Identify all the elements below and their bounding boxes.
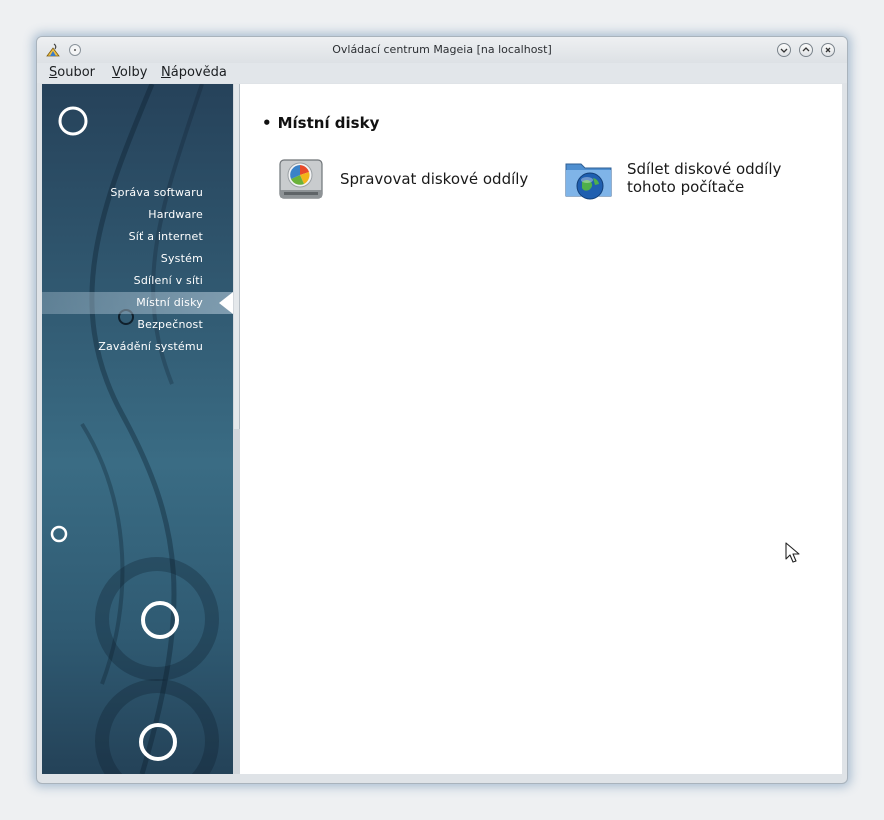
sidebar-item-boot[interactable]: Zavádění systému — [42, 336, 233, 358]
menu-napoveda-rest: ápověda — [170, 65, 227, 80]
mouse-pointer-icon — [785, 542, 800, 563]
share-partitions-tool[interactable]: Sdílet diskové oddíly tohoto počítače — [563, 152, 781, 204]
menu-napoveda[interactable]: Nápověda — [161, 65, 227, 80]
sidebar-item-security[interactable]: Bezpečnost — [42, 314, 233, 336]
sidebar-scrollbar[interactable] — [233, 84, 240, 774]
close-icon — [825, 47, 831, 53]
network-folder-icon — [565, 163, 612, 200]
sidebar-item-label: Bezpečnost — [137, 318, 203, 331]
menu-bar: Soubor Volby Nápověda — [37, 63, 847, 83]
window-title: Ovládací centrum Mageia [na localhost] — [332, 43, 552, 56]
chevron-down-icon — [780, 48, 788, 53]
share-partitions-label: Sdílet diskové oddíly tohoto počítače — [627, 160, 781, 196]
chevron-up-icon — [802, 47, 810, 52]
manage-partitions-label: Spravovat diskové oddíly — [340, 170, 528, 188]
sidebar-item-local-disks[interactable]: Místní disky — [42, 292, 233, 314]
sidebar-item-label: Místní disky — [136, 296, 203, 309]
menu-volby-rest: olby — [119, 65, 148, 80]
sidebar-item-label: Zavádění systému — [98, 340, 203, 353]
sidebar-item-hardware[interactable]: Hardware — [42, 204, 233, 226]
sidebar-item-software[interactable]: Správa softwaru — [42, 182, 233, 204]
manage-partitions-label-line1: Spravovat diskové oddíly — [340, 170, 529, 188]
minimize-button[interactable] — [777, 43, 791, 57]
section-title: • Místní disky — [262, 114, 379, 132]
sidebar-item-network[interactable]: Síť a internet — [42, 226, 233, 248]
maximize-button[interactable] — [799, 43, 813, 57]
category-sidebar: Správa softwaru Hardware Síť a internet … — [42, 84, 233, 774]
sidebar-item-label: Hardware — [148, 208, 203, 221]
main-window: Ovládací centrum Mageia [na localhost] S… — [36, 36, 848, 784]
title-bar[interactable]: Ovládací centrum Mageia [na localhost] — [37, 37, 847, 63]
bullet-icon: • — [262, 114, 272, 132]
sidebar-item-system[interactable]: Systém — [42, 248, 233, 270]
content-panel: • Místní disky Spravovat diskové oddíly — [240, 84, 842, 774]
desktop: Ovládací centrum Mageia [na localhost] S… — [0, 0, 884, 820]
sidebar-item-label: Správa softwaru — [110, 186, 203, 199]
manage-partitions-tool[interactable]: Spravovat diskové oddíly — [276, 154, 528, 204]
sidebar-item-label: Síť a internet — [128, 230, 203, 243]
sidebar-item-label: Systém — [160, 252, 203, 265]
section-title-text: Místní disky — [277, 114, 380, 132]
share-partitions-label-line2: tohoto počítače — [627, 178, 745, 196]
menu-volby[interactable]: Volby — [112, 65, 147, 80]
category-list: Správa softwaru Hardware Síť a internet … — [42, 182, 233, 358]
menu-soubor-rest: oubor — [57, 65, 96, 80]
menu-napoveda-accel: N — [161, 65, 171, 80]
menu-volby-accel: V — [112, 65, 120, 80]
share-partitions-label-line1: Sdílet diskové oddíly — [627, 160, 782, 178]
close-button[interactable] — [821, 43, 835, 57]
active-indicator-arrow — [219, 292, 233, 314]
sidebar-item-sharing[interactable]: Sdílení v síti — [42, 270, 233, 292]
menu-soubor[interactable]: Soubor — [49, 65, 95, 80]
sidebar-item-label: Sdílení v síti — [133, 274, 203, 287]
hard-disk-icon — [279, 159, 323, 199]
status-strip — [42, 774, 842, 780]
